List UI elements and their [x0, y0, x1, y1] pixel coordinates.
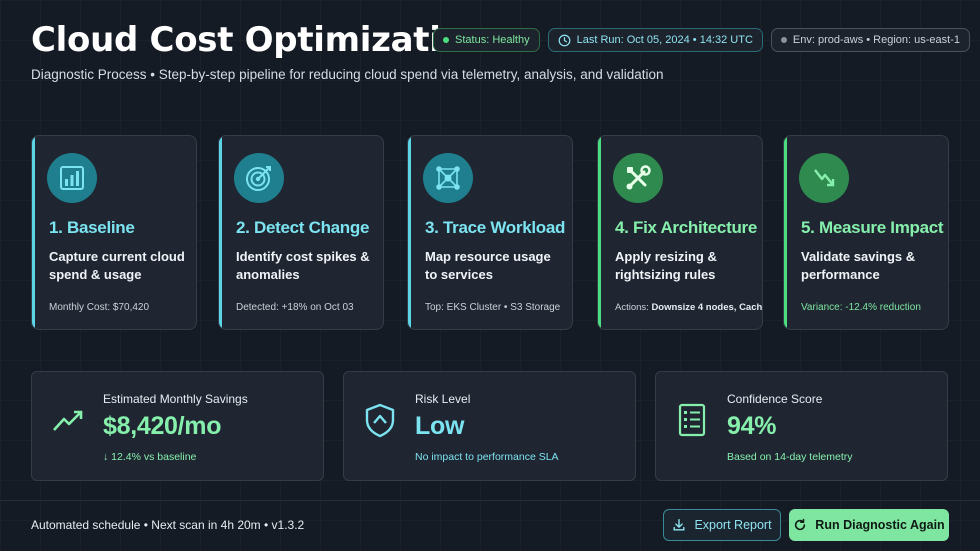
- step-meta: Variance: -12.4% reduction: [801, 302, 921, 313]
- step-card-baseline[interactable]: 1. Baseline Capture current cloud spend …: [31, 135, 197, 330]
- step-description: Validate savings & performance: [801, 249, 916, 282]
- download-icon: [673, 519, 685, 531]
- clock-icon: [558, 34, 570, 46]
- step-meta: Top: EKS Cluster • S3 Storage: [425, 302, 561, 313]
- step-meta: Actions: Downsize 4 nodes, Cache layer: [615, 302, 763, 313]
- env-dot-icon: [780, 37, 787, 43]
- step-description: Apply resizing & rightsizing rules: [615, 249, 717, 282]
- page-title: Cloud Cost Optimization: [31, 20, 488, 60]
- status-text: Status: Healthy: [455, 34, 530, 46]
- kpi-card-savings: Estimated Monthly Savings $8,420/mo ↓ 12…: [31, 371, 324, 481]
- shield-icon: [362, 402, 398, 438]
- kpi-label: Estimated Monthly Savings: [103, 392, 248, 406]
- kpi-note: Based on 14-day telemetry: [727, 451, 853, 463]
- bar-chart-icon: [47, 153, 97, 203]
- kpi-value: $8,420/mo: [103, 412, 222, 440]
- env-text: Env: prod-aws • Region: us-east-1: [792, 34, 960, 46]
- kpi-value: 94%: [727, 412, 777, 440]
- kpi-card-confidence: Confidence Score 94% Based on 14-day tel…: [655, 371, 948, 481]
- step-title: 2. Detect Change: [236, 218, 370, 237]
- export-report-button[interactable]: Export Report: [663, 509, 781, 541]
- step-meta: Monthly Cost: $70,420: [49, 302, 150, 313]
- step-meta-actions: Downsize 4 nodes, Cache layer: [651, 302, 763, 313]
- step-card-fix-architecture[interactable]: 4. Fix Architecture Apply resizing & rig…: [597, 135, 763, 330]
- kpi-note: ↓ 12.4% vs baseline: [103, 451, 197, 463]
- checklist-icon: [674, 402, 710, 438]
- tools-icon: [613, 153, 663, 203]
- footer-divider: [0, 500, 980, 501]
- kpi-value: Low: [415, 412, 465, 440]
- env-badge: Env: prod-aws • Region: us-east-1: [770, 28, 970, 52]
- kpi-label: Risk Level: [415, 392, 471, 406]
- step-title: 1. Baseline: [49, 218, 135, 237]
- step-description: Map resource usage to services: [425, 249, 551, 282]
- footer-schedule-text: Automated schedule • Next scan in 4h 20m…: [31, 518, 305, 532]
- step-title: 3. Trace Workload: [425, 218, 566, 237]
- last-run-badge: Last Run: Oct 05, 2024 • 14:32 UTC: [547, 28, 763, 52]
- kpi-label: Confidence Score: [727, 392, 823, 406]
- step-title: 4. Fix Architecture: [615, 218, 757, 237]
- step-card-measure-impact[interactable]: 5. Measure Impact Validate savings & per…: [783, 135, 949, 330]
- step-card-trace-workload[interactable]: 3. Trace Workload Map resource usage to …: [407, 135, 573, 330]
- step-description: Capture current cloud spend & usage: [49, 249, 185, 282]
- step-title: 5. Measure Impact: [801, 218, 944, 237]
- status-badge: Status: Healthy: [433, 28, 540, 52]
- step-card-detect-change[interactable]: 2. Detect Change Identify cost spikes & …: [218, 135, 384, 330]
- export-report-label: Export Report: [694, 518, 772, 532]
- last-run-text: Last Run: Oct 05, 2024 • 14:32 UTC: [576, 34, 753, 46]
- status-dot-icon: [443, 37, 450, 43]
- network-icon: [423, 153, 473, 203]
- status-pills: Status: Healthy Last Run: Oct 05, 2024 •…: [433, 28, 970, 52]
- trend-down-icon: [799, 153, 849, 203]
- step-description: Identify cost spikes & anomalies: [236, 249, 370, 282]
- kpi-note: No impact to performance SLA: [415, 451, 559, 463]
- step-meta-label: Actions:: [615, 302, 652, 313]
- target-icon: [234, 153, 284, 203]
- page-subtitle: Diagnostic Process • Step-by-step pipeli…: [31, 67, 664, 82]
- step-meta: Detected: +18% on Oct 03: [236, 302, 354, 313]
- run-diagnostic-button[interactable]: Run Diagnostic Again: [789, 509, 949, 541]
- run-diagnostic-label: Run Diagnostic Again: [815, 518, 945, 532]
- refresh-icon: [795, 518, 806, 531]
- trend-up-icon: [50, 402, 86, 438]
- kpi-card-risk: Risk Level Low No impact to performance …: [343, 371, 636, 481]
